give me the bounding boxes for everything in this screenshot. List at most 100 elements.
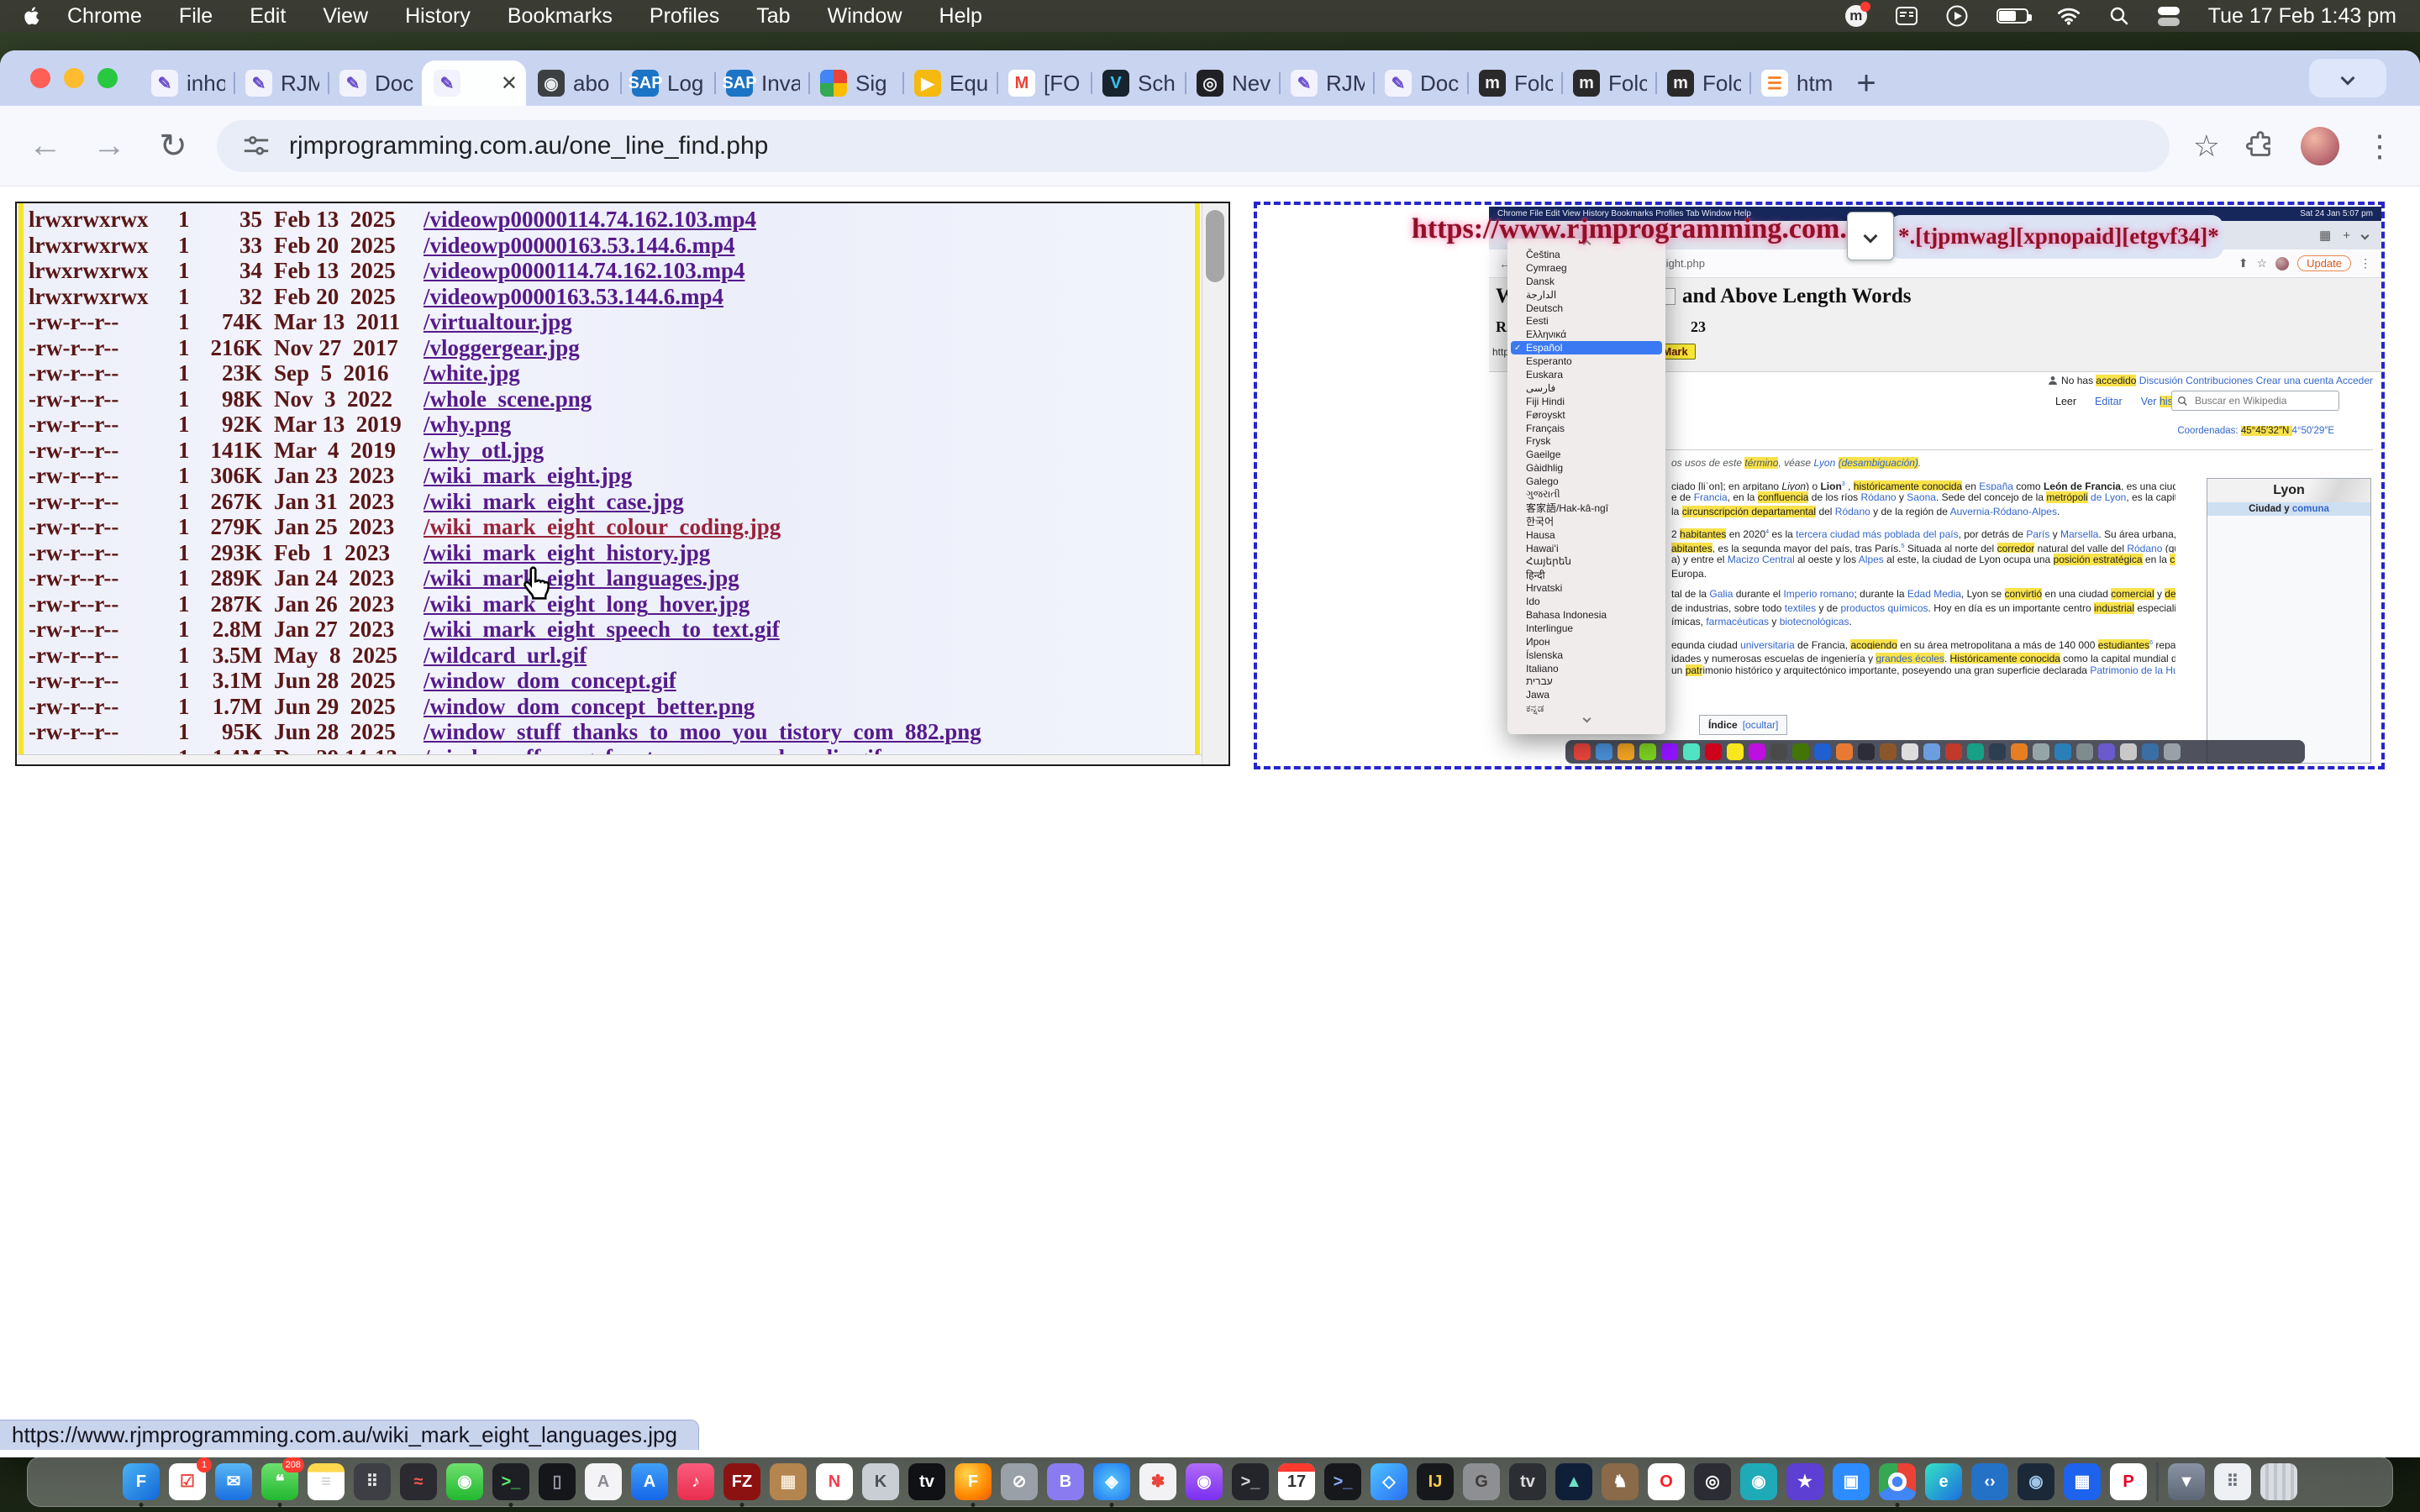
language-option[interactable]: Hausa <box>1511 528 1662 542</box>
dock-item[interactable]: K <box>862 1463 899 1500</box>
file-link[interactable]: /white.jpg <box>405 360 520 386</box>
dock-item[interactable]: O <box>1648 1463 1685 1500</box>
apple-logo-icon[interactable] <box>24 5 42 27</box>
dock-item[interactable] <box>1879 1463 1916 1500</box>
dock-item[interactable]: IJ <box>1417 1463 1454 1500</box>
dock-item[interactable]: ▣ <box>1833 1463 1870 1500</box>
language-option[interactable]: Dansk <box>1511 275 1662 288</box>
language-option[interactable]: Íslenska <box>1511 648 1662 662</box>
profile-avatar[interactable] <box>2301 127 2339 165</box>
dock-item[interactable]: >_ <box>1324 1463 1361 1500</box>
dock-item[interactable]: >_ <box>1232 1463 1269 1500</box>
menu-item[interactable]: File <box>179 4 213 29</box>
back-button[interactable]: ← <box>25 127 66 165</box>
language-option[interactable]: فارسی <box>1511 381 1662 395</box>
language-option[interactable]: Français <box>1511 422 1662 435</box>
dock-item[interactable]: e <box>1925 1463 1962 1500</box>
dock-item[interactable]: ♪ <box>677 1463 714 1500</box>
dock-item[interactable]: ◉ <box>446 1463 483 1500</box>
browser-tab[interactable]: ✎ Doc <box>328 60 422 106</box>
popup-scroll-down[interactable] <box>1511 715 1662 722</box>
dock-item[interactable]: ≈ <box>400 1463 437 1500</box>
browser-tab[interactable]: ▶ Equ <box>902 60 997 106</box>
file-link[interactable]: /wiki_mark_eight.jpg <box>405 463 632 489</box>
dock-item[interactable]: ◉ <box>2018 1463 2054 1500</box>
dock-item[interactable]: ◇ <box>1370 1463 1407 1500</box>
file-link[interactable]: /whole_scene.png <box>405 386 592 412</box>
dock-item[interactable]: ⠿ <box>354 1463 391 1500</box>
vertical-scrollbar[interactable] <box>1202 203 1228 764</box>
language-option[interactable]: Frysk <box>1511 434 1662 448</box>
language-option[interactable]: Gàidhlig <box>1511 461 1662 475</box>
language-option[interactable]: ಕನ್ನಡ <box>1511 701 1662 715</box>
language-option[interactable]: Føroyskt <box>1511 408 1662 422</box>
address-bar[interactable]: rjmprogramming.com.au/one_line_find.php <box>217 120 2170 172</box>
menu-item[interactable]: Bookmarks <box>508 4 613 29</box>
browser-tab[interactable]: ◎ Nev <box>1185 60 1279 106</box>
browser-tab[interactable]: V Sch <box>1091 60 1185 106</box>
file-link[interactable]: /videowp00000114.74.162.103.mp4 <box>405 207 756 233</box>
dock-item[interactable]: ♞ <box>1602 1463 1639 1500</box>
language-option[interactable]: ✓ Español <box>1511 341 1662 354</box>
control-center-icon[interactable] <box>2158 7 2180 26</box>
scrollbar-thumb[interactable] <box>1206 210 1224 282</box>
dock-item[interactable] <box>2156 1462 2159 1502</box>
browser-tab[interactable]: m Folc <box>1467 60 1561 106</box>
menu-item[interactable]: Window <box>828 4 902 29</box>
language-option[interactable]: Galego <box>1511 475 1662 488</box>
file-link[interactable]: /window_dom_concept_better.png <box>405 694 755 720</box>
user-status-icon[interactable]: m <box>1845 5 1867 27</box>
menu-item[interactable]: Profiles <box>650 4 719 29</box>
dock-item[interactable]: ▯ <box>539 1463 576 1500</box>
keyboard-switcher-icon[interactable] <box>1896 7 1918 25</box>
dock-item[interactable]: F <box>955 1463 992 1500</box>
file-link[interactable]: /videowp0000114.74.162.103.mp4 <box>405 258 745 284</box>
file-link[interactable]: /window_dom_concept.gif <box>405 668 676 694</box>
file-link[interactable]: /wildcard_url.gif <box>405 643 587 669</box>
menu-item[interactable]: View <box>323 4 368 29</box>
language-option[interactable]: Hawaiʻi <box>1511 542 1662 555</box>
language-option[interactable]: Jawa <box>1511 688 1662 701</box>
dock-item[interactable]: A <box>631 1463 668 1500</box>
now-playing-icon[interactable] <box>1946 5 1968 27</box>
file-link[interactable]: /why.png <box>405 412 511 438</box>
forward-button[interactable]: → <box>89 127 129 165</box>
language-option[interactable]: Hrvatski <box>1511 581 1662 595</box>
language-option[interactable]: Ελληνικά <box>1511 328 1662 341</box>
browser-tab[interactable]: ◉ abo <box>526 60 620 106</box>
language-option[interactable]: Esperanto <box>1511 354 1662 368</box>
overlay-select[interactable] <box>1847 212 1894 260</box>
browser-tab[interactable]: ✎ RJM <box>234 60 328 106</box>
dock-item[interactable]: tv <box>1509 1463 1546 1500</box>
dock-item[interactable]: ◈ <box>1093 1463 1130 1500</box>
browser-tab[interactable]: SAP Log <box>620 60 714 106</box>
extensions-icon[interactable] <box>2245 131 2275 161</box>
dock-item[interactable]: ✉ <box>215 1463 252 1500</box>
browser-tab[interactable]: Sig <box>808 60 902 106</box>
dock-item[interactable]: FZ <box>723 1463 760 1500</box>
file-link[interactable]: /wiki_mark_eight_colour_coding.jpg <box>405 514 781 540</box>
battery-icon[interactable] <box>1996 8 2028 24</box>
tab-search-button[interactable] <box>2309 59 2386 97</box>
dock-item[interactable]: ≡ <box>308 1463 345 1500</box>
menu-item[interactable]: Help <box>939 4 982 29</box>
dock-item[interactable]: tv <box>908 1463 945 1500</box>
zoom-window-button[interactable] <box>97 68 118 88</box>
language-option[interactable]: Euskara <box>1511 368 1662 381</box>
dock-item[interactable]: ◉ <box>1186 1463 1223 1500</box>
language-option[interactable]: Gaeilge <box>1511 448 1662 461</box>
language-option[interactable]: الدارجة <box>1511 288 1662 302</box>
file-link[interactable]: /vloggergear.jpg <box>405 335 580 361</box>
bookmark-star-icon[interactable]: ☆ <box>2193 129 2220 164</box>
dock-item[interactable]: G <box>1463 1463 1500 1500</box>
language-option[interactable]: עברית <box>1511 675 1662 689</box>
close-window-button[interactable] <box>30 68 50 88</box>
file-link[interactable]: /wiki_mark_eight_speech_to_text.gif <box>405 617 780 643</box>
dock-item[interactable]: ✽ <box>1139 1463 1176 1500</box>
browser-tab[interactable]: ☰ htm <box>1749 60 1844 106</box>
language-option[interactable]: Հայերեն <box>1511 554 1662 568</box>
browser-tab[interactable]: m Folc <box>1655 60 1749 106</box>
minimize-window-button[interactable] <box>64 68 84 88</box>
chrome-menu-icon[interactable]: ⋮ <box>2365 129 2395 164</box>
dock-item[interactable]: ‹› <box>1971 1463 2008 1500</box>
